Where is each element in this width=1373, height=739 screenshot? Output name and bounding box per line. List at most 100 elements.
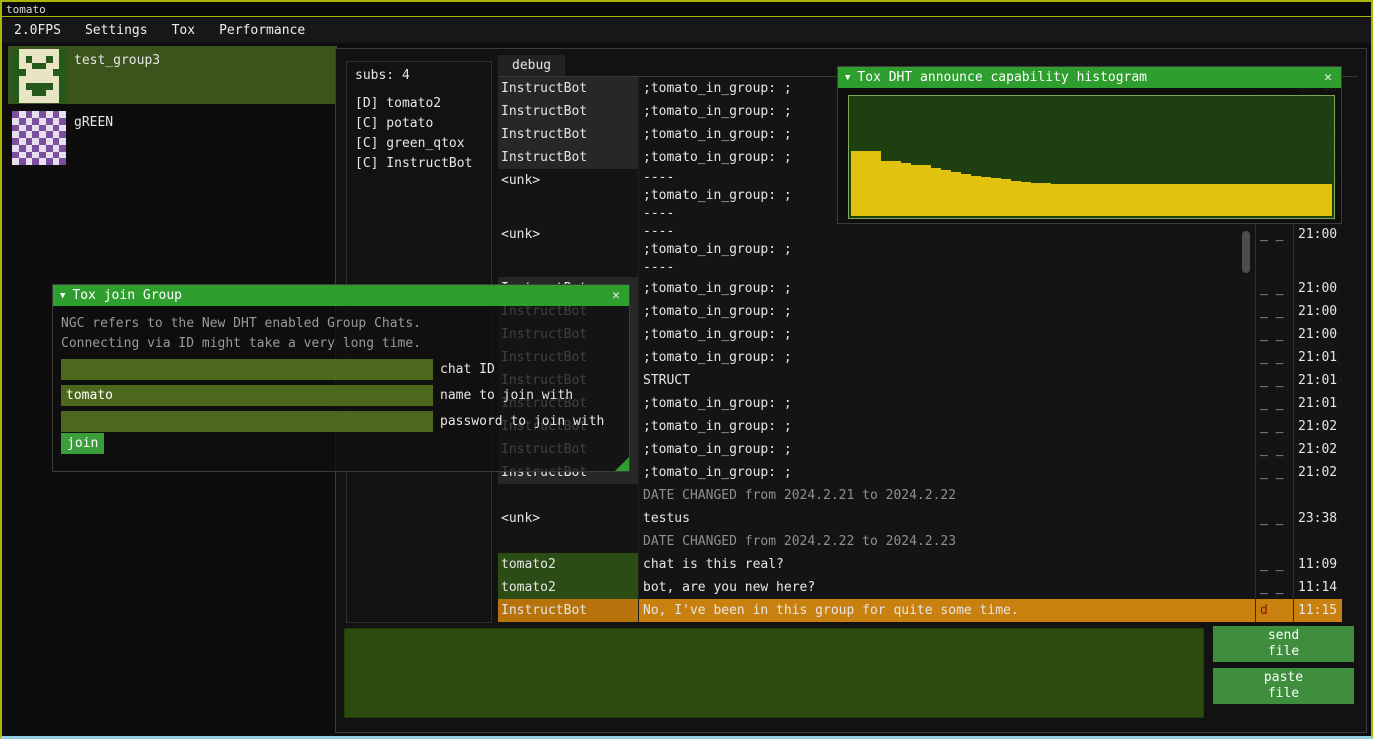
join-field-label: chat ID xyxy=(440,359,495,380)
message-row[interactable]: tomato2chat is this real?_ _11:09 xyxy=(498,553,1342,576)
join-button[interactable]: join xyxy=(61,433,104,454)
menu-item-settings[interactable]: Settings xyxy=(73,18,160,43)
histogram-bar xyxy=(1131,184,1141,216)
message-status: _ _ xyxy=(1255,553,1293,576)
message-input[interactable] xyxy=(344,628,1204,718)
message-time: 21:01 xyxy=(1293,392,1342,415)
message-status: _ _ xyxy=(1255,300,1293,323)
menu-item-tox[interactable]: Tox xyxy=(160,18,207,43)
message-line: chat is this real? xyxy=(643,553,1255,576)
message-time: 21:00 xyxy=(1293,223,1342,277)
message-row[interactable]: <unk>testus_ _23:38 xyxy=(498,507,1342,530)
subs-count: subs: 4 xyxy=(355,66,483,86)
histogram-bar xyxy=(1141,184,1151,216)
message-time: 21:00 xyxy=(1293,277,1342,300)
message-text: No, I've been in this group for quite so… xyxy=(638,599,1255,622)
message-line: ;tomato_in_group: ; xyxy=(643,323,1255,346)
message-status: d xyxy=(1255,599,1293,622)
message-status: _ _ xyxy=(1255,415,1293,438)
collapse-arrow-icon[interactable]: ▼ xyxy=(845,73,850,83)
histogram-bar xyxy=(1292,184,1302,216)
message-status xyxy=(1255,530,1293,553)
histogram-bar xyxy=(1071,184,1081,216)
histogram-bar xyxy=(1021,182,1031,216)
message-status: _ _ xyxy=(1255,438,1293,461)
message-line: bot, are you new here? xyxy=(643,576,1255,599)
histogram-bar xyxy=(871,151,881,216)
join-input-password[interactable] xyxy=(61,411,433,432)
message-time: 23:38 xyxy=(1293,507,1342,530)
histogram-bar xyxy=(1101,184,1111,216)
histogram-bar xyxy=(1041,183,1051,216)
message-text: ;tomato_in_group: ; xyxy=(638,415,1255,438)
sender-name: InstructBot xyxy=(498,123,638,146)
message-status: _ _ xyxy=(1255,507,1293,530)
message-line: testus xyxy=(643,507,1255,530)
group-list-item[interactable]: test_group3 xyxy=(8,46,337,104)
member-list-item[interactable]: [C] InstructBot xyxy=(355,154,483,174)
histogram-bar xyxy=(951,172,961,216)
histogram-bar xyxy=(1282,184,1292,216)
resize-grip-icon[interactable] xyxy=(615,457,629,471)
message-text: testus xyxy=(638,507,1255,530)
histogram-bar xyxy=(941,170,951,216)
histogram-bar xyxy=(851,151,861,216)
member-list-item[interactable]: [C] potato xyxy=(355,114,483,134)
member-list-item[interactable]: [C] green_qtox xyxy=(355,134,483,154)
tab-debug[interactable]: debug xyxy=(498,55,565,76)
app-window: tomato 2.0FPSSettingsToxPerformance test… xyxy=(0,0,1373,739)
histogram-bar xyxy=(1202,184,1212,216)
window-titlebar[interactable]: tomato xyxy=(2,2,1371,17)
send-file-button[interactable]: send file xyxy=(1213,626,1354,662)
menu-item-performance[interactable]: Performance xyxy=(207,18,317,43)
message-status: _ _ xyxy=(1255,323,1293,346)
member-list-item[interactable]: [D] tomato2 xyxy=(355,94,483,114)
histogram-window-titlebar[interactable]: ▼ Tox DHT announce capability histogram … xyxy=(838,67,1341,88)
histogram-bar xyxy=(1302,184,1312,216)
sender-name: InstructBot xyxy=(498,146,638,169)
group-list-item[interactable]: gREEN xyxy=(8,108,337,166)
message-text: chat is this real? xyxy=(638,553,1255,576)
collapse-arrow-icon[interactable]: ▼ xyxy=(60,291,65,301)
histogram-bar xyxy=(981,177,991,216)
group-name: gREEN xyxy=(74,115,113,130)
close-icon[interactable]: ✕ xyxy=(1322,70,1334,85)
histogram-bar xyxy=(1272,184,1282,216)
message-row[interactable]: <unk>----;tomato_in_group: ;----_ _21:00 xyxy=(498,223,1342,277)
chat-scrollbar[interactable] xyxy=(1242,231,1250,273)
join-input-name[interactable]: tomato xyxy=(61,385,433,406)
message-status: _ _ xyxy=(1255,392,1293,415)
message-text: DATE CHANGED from 2024.2.22 to 2024.2.23 xyxy=(638,530,1255,553)
join-window-titlebar[interactable]: ▼ Tox join Group ✕ xyxy=(53,285,629,306)
join-field-label: password to join with xyxy=(440,411,604,432)
sender-name xyxy=(498,530,638,553)
dht-histogram-plot xyxy=(848,95,1335,219)
histogram-bar xyxy=(1312,184,1322,216)
message-time: 21:01 xyxy=(1293,369,1342,392)
message-status: _ _ xyxy=(1255,277,1293,300)
join-field-row: chat ID xyxy=(61,359,621,380)
group-name: test_group3 xyxy=(74,53,160,68)
join-input-chat-id[interactable] xyxy=(61,359,433,380)
message-status: _ _ xyxy=(1255,369,1293,392)
message-row[interactable]: InstructBotNo, I've been in this group f… xyxy=(498,599,1342,622)
message-time: 21:02 xyxy=(1293,438,1342,461)
histogram-bar xyxy=(1242,184,1252,216)
histogram-bar xyxy=(931,168,941,216)
paste-file-button[interactable]: paste file xyxy=(1213,668,1354,704)
message-row[interactable]: tomato2bot, are you new here?_ _11:14 xyxy=(498,576,1342,599)
message-line: ;tomato_in_group: ; xyxy=(643,346,1255,369)
histogram-bar xyxy=(1172,184,1182,216)
system-row: DATE CHANGED from 2024.2.21 to 2024.2.22 xyxy=(498,484,1342,507)
histogram-bar xyxy=(1011,181,1021,216)
message-time xyxy=(1293,530,1342,553)
close-icon[interactable]: ✕ xyxy=(610,288,622,303)
message-time: 11:14 xyxy=(1293,576,1342,599)
histogram-bar xyxy=(1121,184,1131,216)
histogram-bar xyxy=(1091,184,1101,216)
join-group-window: ▼ Tox join Group ✕ NGC refers to the New… xyxy=(52,284,630,472)
sender-name: tomato2 xyxy=(498,576,638,599)
message-time xyxy=(1293,484,1342,507)
sender-name: tomato2 xyxy=(498,553,638,576)
sender-name: InstructBot xyxy=(498,100,638,123)
